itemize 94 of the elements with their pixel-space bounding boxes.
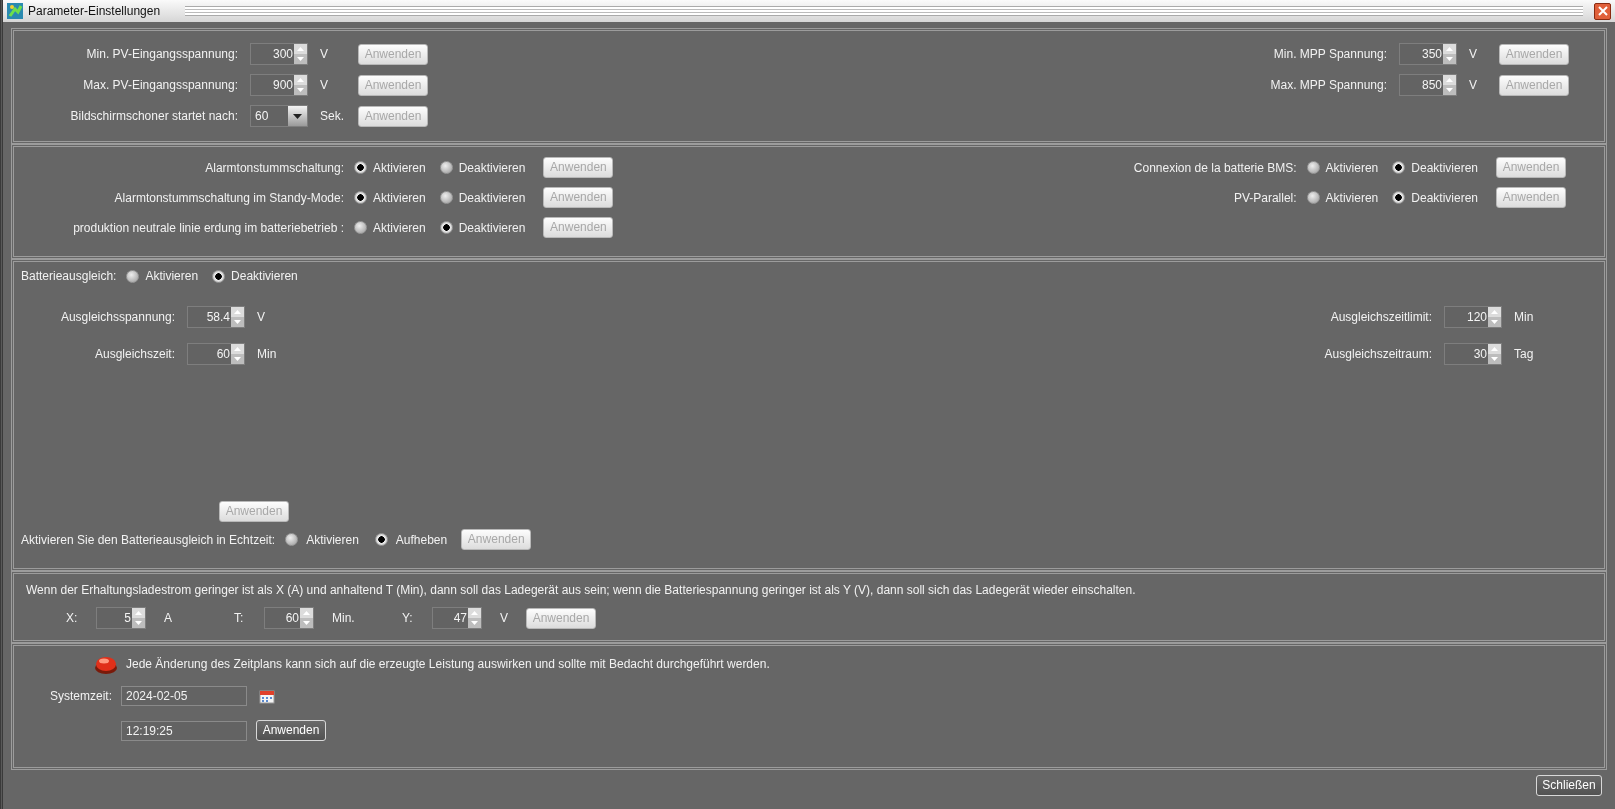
- unit-label: A: [164, 610, 173, 627]
- field-label: Bildschirmschoner startet nach:: [69, 108, 238, 125]
- field-label: produktion neutrale linie erdung im batteriebetrieb :: [72, 219, 344, 237]
- field-label: Alarmtonstummschaltung:: [204, 159, 344, 177]
- unit-label: Min: [257, 346, 278, 363]
- field-label: Aktivieren Sie den Batterieausgleich in Echtzeit:: [21, 531, 276, 549]
- app-logo-icon: [7, 3, 23, 19]
- number-field[interactable]: 58.4: [187, 306, 245, 328]
- spinner-arrows-icon: [132, 608, 145, 628]
- number-field[interactable]: 850: [1399, 74, 1457, 96]
- unit-label: V: [320, 46, 329, 63]
- description-text: Wenn der Erhaltungsladestrom geringer ist als X (A) und anhaltend T (Min), dann soll das Ladegerät aus sein; wenn die Batteriespannung geringer ist als Y (V), dann soll sich das Ladegerät wieder einschalten.: [26, 582, 1137, 599]
- number-field[interactable]: 30: [1444, 343, 1502, 365]
- number-field[interactable]: 60: [264, 607, 314, 629]
- radio-label: Aktivieren: [373, 219, 426, 237]
- field-label: Batterieausgleich:: [21, 268, 117, 285]
- radio-button[interactable]: [126, 269, 140, 283]
- unit-label: V: [1469, 77, 1478, 94]
- field-label: Ausgleichszeitraum:: [1324, 346, 1432, 363]
- radio-button[interactable]: [354, 161, 367, 174]
- window-title: Parameter-Einstellungen: [28, 3, 161, 20]
- number-field[interactable]: 120: [1444, 306, 1502, 328]
- radio-button[interactable]: [439, 161, 453, 174]
- field-label: Ausgleichszeit:: [93, 346, 175, 363]
- radio-button[interactable]: [374, 533, 388, 546]
- radio-button[interactable]: [354, 191, 367, 204]
- radio-button[interactable]: [1306, 191, 1320, 204]
- field-label: Min. MPP Spannung:: [1272, 46, 1387, 63]
- field-label: Ausgleichsspannung:: [59, 309, 175, 326]
- spinner-arrows-icon: [1488, 344, 1501, 364]
- unit-label: Sek.: [320, 108, 345, 125]
- radio-button[interactable]: [354, 221, 367, 234]
- time-field[interactable]: 12:19:25: [121, 720, 247, 741]
- alarm-button-icon: [94, 654, 118, 674]
- field-label: Systemzeit:: [49, 688, 112, 705]
- radio-button[interactable]: [1392, 161, 1406, 174]
- spinner-arrows-icon: [294, 75, 307, 95]
- radio-label: Aktivieren: [306, 531, 359, 549]
- number-field[interactable]: 350: [1399, 43, 1457, 65]
- field-label: Connexion de la batterie BMS:: [1133, 159, 1297, 177]
- number-field[interactable]: 900: [250, 74, 308, 96]
- field-label: Max. PV-Eingangsspannung:: [82, 77, 238, 94]
- field-label: Alarmtonstummschaltung im Standy-Mode:: [113, 189, 344, 207]
- close-button[interactable]: Schließen: [1536, 775, 1602, 796]
- spinner-arrows-icon: [231, 344, 244, 364]
- spinner-arrows-icon: [1488, 307, 1501, 327]
- radio-label: Deaktivieren: [458, 159, 526, 177]
- field-label: Y:: [402, 610, 414, 627]
- warning-text: Jede Änderung des Zeitplans kann sich auf die erzeugte Leistung auswirken und sollte mit Bedacht durchgeführt werden.: [126, 656, 770, 673]
- field-label: Ausgleichszeitlimit:: [1329, 309, 1432, 326]
- unit-label: Min.: [332, 610, 356, 627]
- spinner-arrows-icon: [294, 44, 307, 64]
- radio-button[interactable]: [212, 269, 226, 283]
- field-label: T:: [234, 610, 245, 627]
- unit-label: V: [500, 610, 509, 627]
- unit-label: Tag: [1514, 346, 1535, 363]
- radio-label: Aktivieren: [1325, 159, 1379, 177]
- dropdown-field[interactable]: 60: [250, 105, 308, 127]
- radio-button[interactable]: [1306, 161, 1320, 174]
- spinner-arrows-icon: [468, 608, 481, 628]
- radio-label: Deaktivieren: [231, 268, 298, 285]
- radio-button[interactable]: [1392, 191, 1406, 204]
- calendar-icon[interactable]: [259, 688, 275, 704]
- radio-button[interactable]: [285, 533, 299, 546]
- radio-label: Deaktivieren: [1411, 159, 1478, 177]
- unit-label: Min: [1514, 309, 1535, 326]
- field-label: Min. PV-Eingangsspannung:: [85, 46, 238, 63]
- radio-label: Aktivieren: [1325, 189, 1379, 207]
- radio-label: Deaktivieren: [1411, 189, 1478, 207]
- apply-button[interactable]: Anwenden: [256, 720, 326, 741]
- spinner-arrows-icon: [1443, 75, 1456, 95]
- radio-button[interactable]: [439, 221, 453, 234]
- number-field[interactable]: 5: [96, 607, 146, 629]
- spinner-arrows-icon: [1443, 44, 1456, 64]
- radio-label: Deaktivieren: [458, 189, 526, 207]
- radio-label: Aufheben: [395, 531, 448, 549]
- radio-label: Aktivieren: [373, 159, 426, 177]
- radio-label: Aktivieren: [145, 268, 199, 285]
- radio-label: Aktivieren: [373, 189, 426, 207]
- unit-label: V: [320, 77, 329, 94]
- spinner-arrows-icon: [231, 307, 244, 327]
- field-label: Max. MPP Spannung:: [1270, 77, 1387, 94]
- field-label: PV-Parallel:: [1232, 189, 1297, 207]
- number-field[interactable]: 60: [187, 343, 245, 365]
- date-field[interactable]: 2024-02-05: [121, 686, 247, 706]
- number-field[interactable]: 300: [250, 43, 308, 65]
- radio-label: Deaktivieren: [458, 219, 526, 237]
- spinner-arrows-icon: [300, 608, 313, 628]
- number-field[interactable]: 47: [432, 607, 482, 629]
- close-icon[interactable]: [1594, 2, 1611, 20]
- unit-label: V: [1469, 46, 1478, 63]
- radio-button[interactable]: [439, 191, 453, 204]
- field-label: X:: [66, 610, 79, 627]
- unit-label: V: [257, 309, 266, 326]
